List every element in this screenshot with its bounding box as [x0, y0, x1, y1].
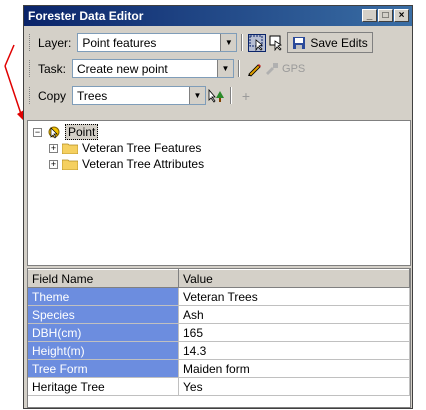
toolbar-grip[interactable] [29, 87, 33, 104]
value-cell[interactable]: Maiden form [178, 359, 410, 378]
title-bar: Forester Data Editor _ □ × [24, 6, 412, 26]
value-cell[interactable]: 14.3 [178, 341, 410, 360]
pencil-icon[interactable] [245, 60, 263, 78]
column-header-value[interactable]: Value [178, 269, 410, 288]
chevron-down-icon[interactable]: ▼ [220, 34, 237, 51]
save-edits-label: Save Edits [310, 35, 368, 50]
folder-icon [62, 159, 78, 170]
table-row[interactable]: DBH(cm) 165 [28, 323, 410, 342]
minimize-button[interactable]: _ [362, 9, 377, 22]
save-icon [293, 36, 306, 49]
forester-data-editor-window: Forester Data Editor _ □ × Layer: Point … [23, 5, 413, 409]
gps-icon [266, 62, 279, 75]
chevron-down-icon[interactable]: ▼ [189, 87, 206, 104]
field-name-cell: Heritage Tree [28, 377, 179, 396]
task-toolbar: Task: Create new point ▼ GPS [27, 56, 305, 81]
copy-dropdown[interactable]: Trees ▼ [72, 86, 207, 105]
table-row[interactable]: Height(m) 14.3 [28, 341, 410, 360]
task-label: Task: [38, 61, 67, 76]
value-cell[interactable]: Veteran Trees [178, 287, 410, 306]
save-edits-button[interactable]: Save Edits [287, 32, 373, 53]
maximize-button[interactable]: □ [378, 9, 393, 22]
field-name-cell: Species [28, 305, 179, 324]
point-icon [48, 126, 60, 139]
attributes-edit-icon[interactable] [268, 34, 286, 52]
feature-tree[interactable]: − Point + Veteran Tree Features + Vetera… [27, 120, 411, 266]
toolbar-grip[interactable] [29, 34, 33, 51]
select-features-icon[interactable] [248, 33, 267, 52]
field-name-cell: Height(m) [28, 341, 179, 360]
table-row[interactable]: Species Ash [28, 305, 410, 324]
tree-node-label: Veteran Tree Attributes [82, 157, 205, 171]
chevron-down-icon[interactable]: ▼ [217, 60, 234, 77]
table-row[interactable]: Heritage Tree Yes [28, 377, 410, 396]
table-row[interactable]: Theme Veteran Trees [28, 287, 410, 306]
expand-icon[interactable]: + [49, 159, 58, 169]
copy-label: Copy [38, 88, 67, 103]
tree-node-point[interactable]: − Point [33, 124, 99, 140]
copy-value: Trees [77, 88, 108, 103]
expand-icon[interactable]: + [49, 143, 58, 153]
tree-node-veteran-tree-attributes[interactable]: + Veteran Tree Attributes [49, 157, 204, 171]
tree-node-label: Point [65, 124, 99, 140]
folder-icon [62, 143, 78, 154]
value-cell[interactable]: 165 [178, 323, 410, 342]
copy-features-icon[interactable] [207, 87, 225, 105]
close-button[interactable]: × [394, 9, 409, 22]
gps-label: GPS [282, 62, 306, 75]
window-title: Forester Data Editor [28, 9, 144, 23]
layer-value: Point features [82, 35, 157, 50]
attribute-grid: Field Name Value Theme Veteran Trees Spe… [27, 268, 411, 408]
value-cell[interactable]: Yes [178, 377, 410, 396]
collapse-icon[interactable]: − [33, 127, 42, 137]
value-cell[interactable]: Ash [178, 305, 410, 324]
layer-label: Layer: [38, 35, 72, 50]
column-header-field-name[interactable]: Field Name [28, 269, 179, 288]
add-icon[interactable]: + [237, 87, 255, 105]
tree-node-veteran-tree-features[interactable]: + Veteran Tree Features [49, 141, 201, 155]
tree-node-label: Veteran Tree Features [82, 141, 202, 155]
field-name-cell: Theme [28, 287, 179, 306]
gps-button[interactable]: GPS [264, 61, 305, 77]
toolbar-grip[interactable] [29, 60, 33, 77]
table-row[interactable]: Tree Form Maiden form [28, 359, 410, 378]
copy-toolbar: Copy Trees ▼ + [27, 83, 256, 108]
task-value: Create new point [77, 61, 168, 76]
layer-dropdown[interactable]: Point features ▼ [77, 33, 238, 52]
task-dropdown[interactable]: Create new point ▼ [72, 59, 235, 78]
field-name-cell: Tree Form [28, 359, 179, 378]
layer-toolbar: Layer: Point features ▼ Save Edits [27, 30, 373, 55]
field-name-cell: DBH(cm) [28, 323, 179, 342]
